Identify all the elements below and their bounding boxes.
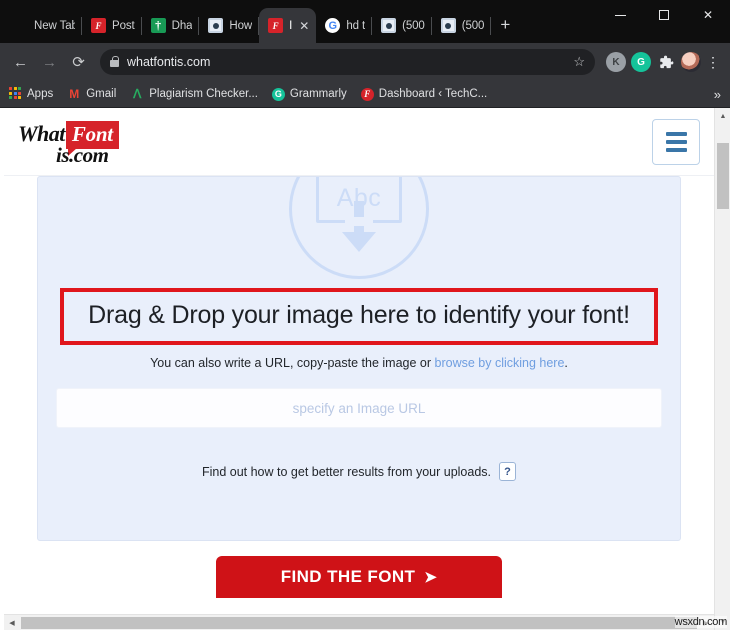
bookmark-grammarly[interactable]: G Grammarly [271,87,347,101]
browser-window: New Tab F Post † Dha How F I ✕ G hd t (5… [0,0,730,630]
hamburger-bar-3 [665,147,687,152]
camera-frame-icon [440,18,456,33]
bookmark-apps[interactable]: Apps [8,87,53,101]
tab-strip: New Tab F Post † Dha How F I ✕ G hd t (5… [0,0,730,43]
help-line: Find out how to get better results from … [56,462,662,481]
dashboard-icon: F [360,87,374,101]
google-icon: G [325,18,341,33]
browser-tab-hd[interactable]: G hd t [316,8,372,43]
bookmark-star-icon[interactable]: ☆ [573,54,585,70]
tab-label: (500 [461,19,485,32]
help-text: Find out how to get better results from … [201,464,492,479]
close-button[interactable]: ✕ [686,0,730,30]
browser-tab-how[interactable]: How [199,8,259,43]
upload-dropzone-panel[interactable]: Abc Drag & Drop your image here to ident… [37,176,681,541]
tab-label: New Tab [34,19,75,32]
site-header: What Font is.com [4,108,714,176]
bookmark-label: Dashboard ‹ TechC... [378,88,488,100]
new-tab-button[interactable]: + [491,11,519,39]
help-question-icon[interactable]: ? [499,462,517,481]
browser-tab-500-b[interactable]: (500 [432,8,492,43]
sheets-icon: † [150,18,166,33]
minimize-button[interactable] [598,0,642,30]
image-upload-icon: Abc [289,177,429,279]
address-bar[interactable]: whatfontis.com ☆ [100,49,595,75]
tab-label: hd t [346,19,366,32]
whatfontis-icon: F [268,18,284,33]
maximize-button[interactable] [642,0,686,30]
extensions-puzzle-icon[interactable] [656,52,676,72]
kami-extension-icon[interactable]: K [606,52,626,72]
grammarly-extension-icon[interactable]: G [631,52,651,72]
browser-toolbar: ← → ⟳ whatfontis.com ☆ K G ⋮ [0,43,730,81]
bookmark-plagiarism-checker[interactable]: ᐱ Plagiarism Checker... [130,87,258,101]
back-button[interactable]: ← [7,49,34,76]
vertical-scroll-thumb[interactable] [717,143,729,209]
bookmark-dashboard[interactable]: F Dashboard ‹ TechC... [360,87,488,101]
bookmark-label: Grammarly [289,88,347,100]
image-url-input[interactable] [56,388,662,428]
camera-frame-icon [208,18,224,33]
flipboard-icon: F [91,18,106,33]
forward-button[interactable]: → [36,49,63,76]
plagiarism-icon: ᐱ [133,87,142,101]
browser-tab-dha[interactable]: † Dha [142,8,200,43]
scroll-left-icon[interactable]: ◀ [4,615,20,630]
page-viewport: What Font is.com Abc Drag & Drop your im… [0,108,730,630]
bookmark-gmail[interactable]: M Gmail [67,87,116,101]
hamburger-bar-1 [665,131,687,136]
site-logo[interactable]: What Font is.com [18,119,154,167]
horizontal-scroll-thumb[interactable] [21,616,697,629]
browse-link[interactable]: browse by clicking here [435,356,565,370]
vertical-scrollbar[interactable]: ▲ ▼ [714,108,730,630]
horizontal-scrollbar[interactable]: ◀ ▶ [4,614,714,630]
upload-subline-suffix: . [564,356,568,370]
hamburger-bar-2 [665,139,687,144]
browser-tab-post[interactable]: F Post [82,8,142,43]
tab-label: How [229,19,253,32]
browser-tab-new-tab[interactable]: New Tab [4,8,82,43]
blank-icon [13,18,28,33]
download-arrow-head [342,232,376,252]
page-content: Abc Drag & Drop your image here to ident… [4,176,714,614]
apps-grid-icon [8,87,22,101]
bookmark-label: Gmail [86,88,117,100]
logo-iscom-text: is.com [56,142,109,167]
watermark: wsxdn.com [674,616,727,628]
grammarly-icon: G [271,87,285,101]
upload-subline-prefix: You can also write a URL, copy-paste the… [150,356,435,370]
reload-button[interactable]: ⟳ [65,49,92,76]
tab-label: I [289,19,293,32]
camera-frame-icon [381,18,397,33]
download-arrow-notch [345,217,373,226]
browser-tab-500-a[interactable]: (500 [372,8,432,43]
tab-close-icon[interactable]: ✕ [299,20,309,32]
hamburger-menu-button[interactable] [652,118,700,165]
tab-label: Post [112,19,135,32]
address-bar-url: whatfontis.com [127,55,211,69]
tab-label: Dha [171,19,193,32]
bookmarks-bar: Apps M Gmail ᐱ Plagiarism Checker... G G… [0,81,730,108]
web-page: What Font is.com Abc Drag & Drop your im… [4,108,714,630]
bookmark-label: Plagiarism Checker... [149,88,258,100]
lock-icon [110,55,119,67]
browser-menu-icon[interactable]: ⋮ [703,55,723,69]
upload-subline: You can also write a URL, copy-paste the… [56,356,662,370]
bookmark-label: Apps [27,88,54,100]
gmail-icon: M [69,87,80,101]
tab-label: (500 [402,19,425,32]
drag-drop-headline: Drag & Drop your image here to identify … [88,301,630,329]
drag-drop-highlight-box: Drag & Drop your image here to identify … [60,288,658,345]
window-controls: ✕ [598,0,730,30]
bookmarks-overflow-icon[interactable]: » [714,87,721,102]
find-the-font-button[interactable]: FIND THE FONT ➤ [216,556,502,598]
scroll-up-icon[interactable]: ▲ [715,108,730,124]
find-the-font-label: FIND THE FONT [280,567,416,586]
browser-tab-whatfontis[interactable]: F I ✕ [259,8,317,43]
arrow-right-icon: ➤ [424,569,438,586]
avatar[interactable] [681,52,701,72]
